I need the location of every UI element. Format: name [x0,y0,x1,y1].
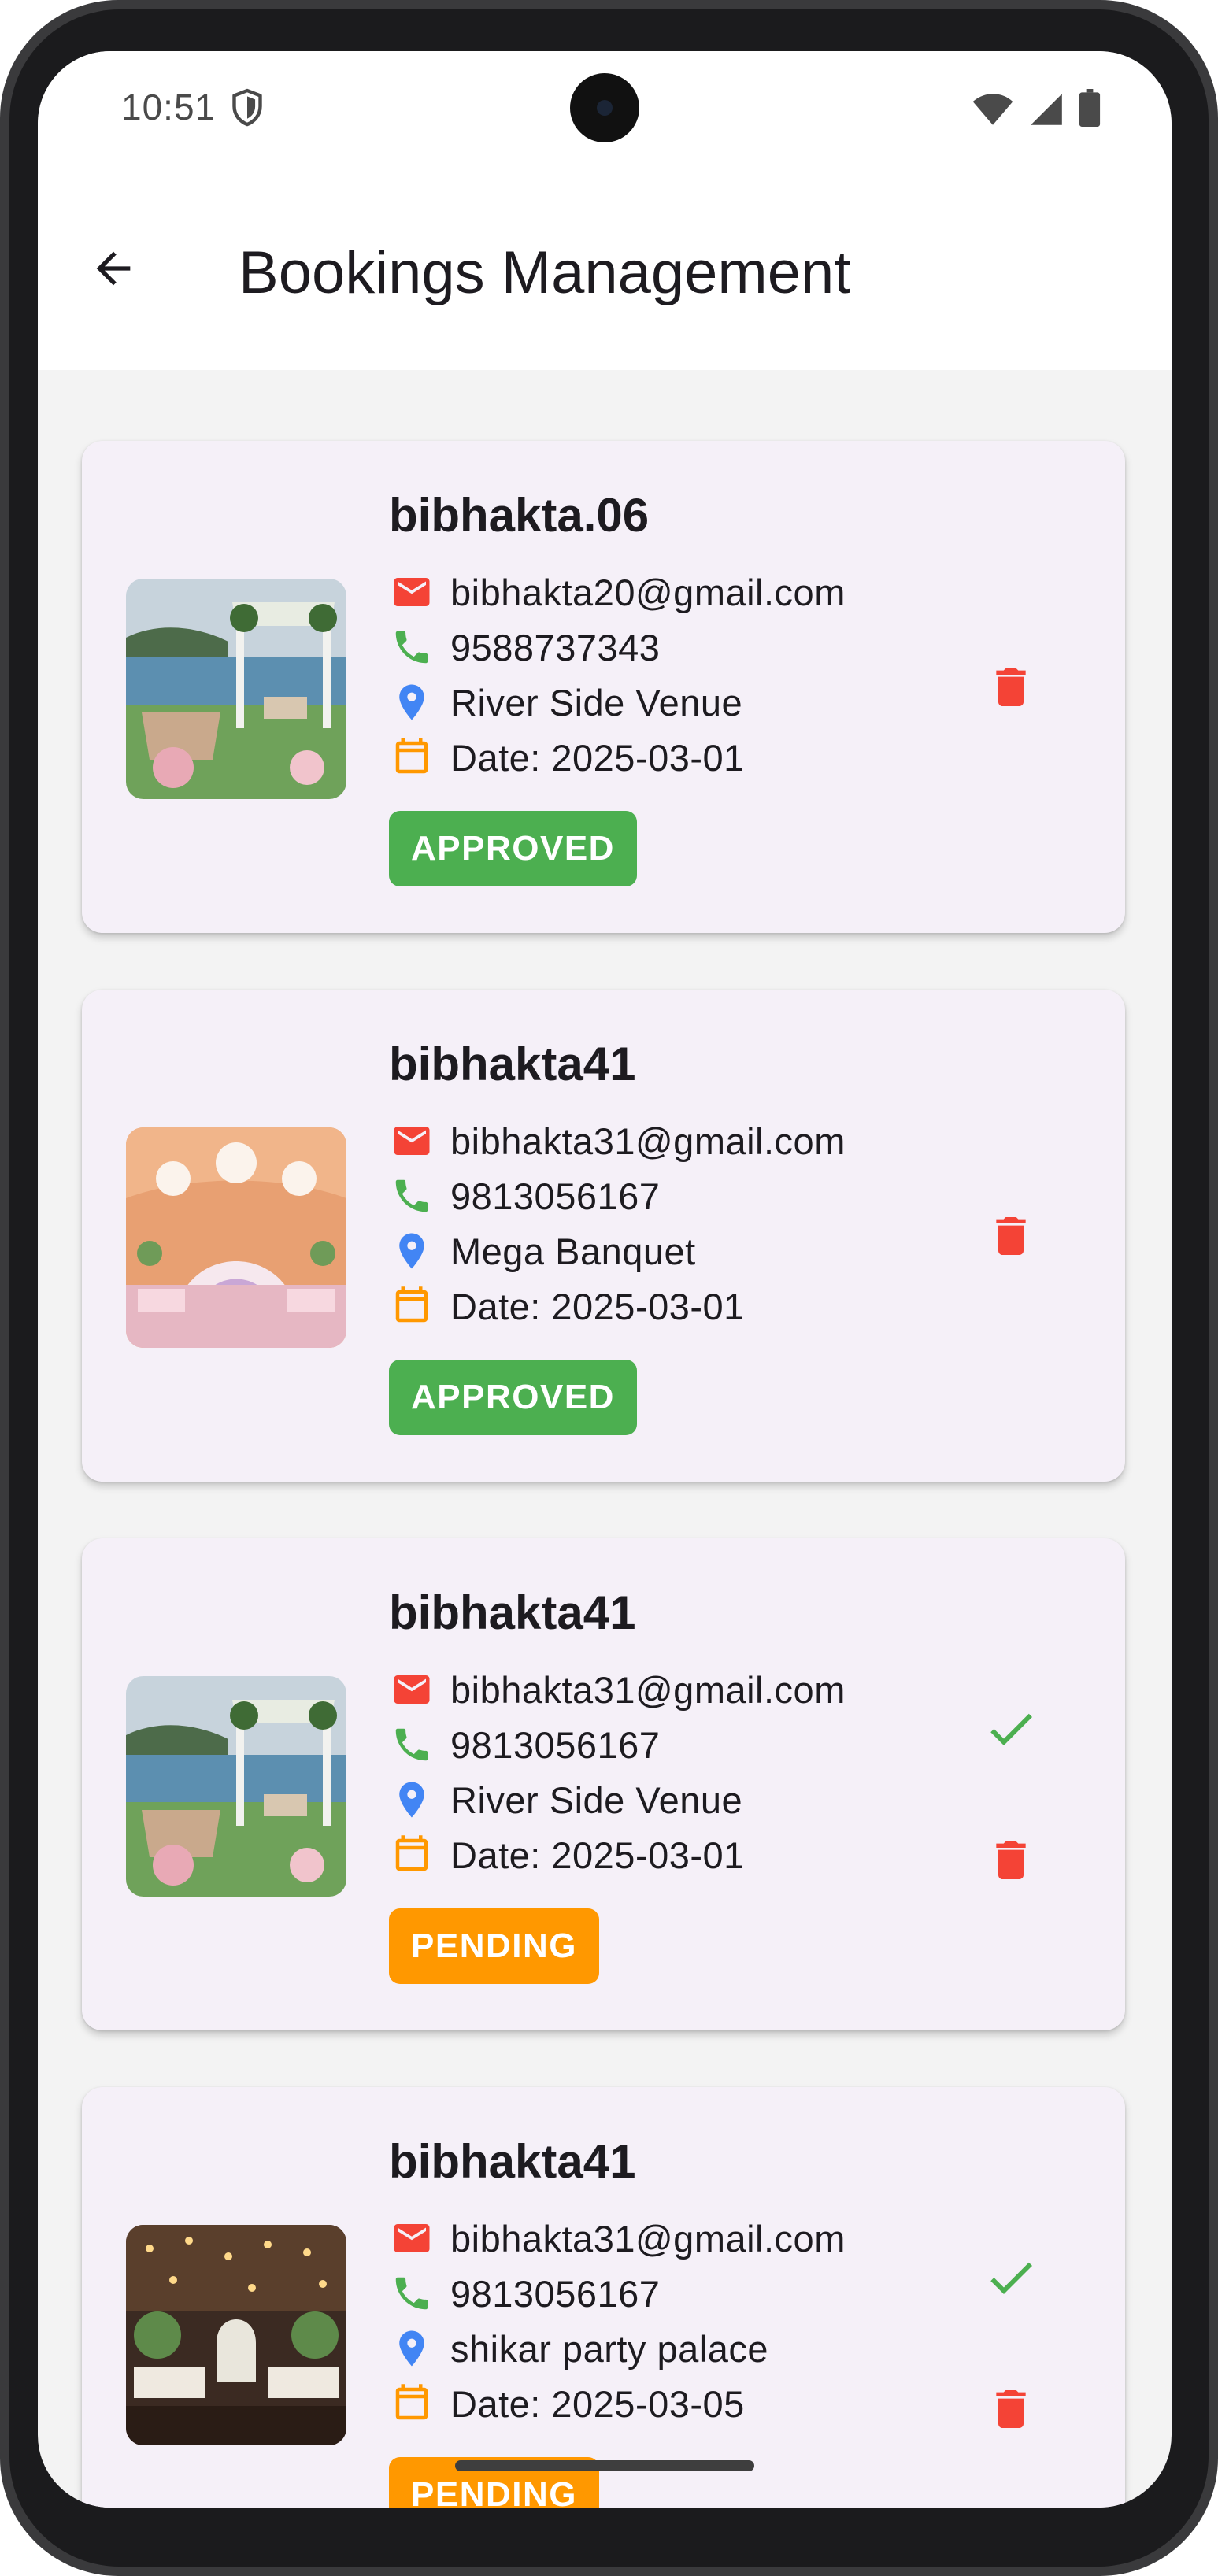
email-row: bibhakta31@gmail.com [389,1117,846,1164]
front-camera [570,73,639,142]
email-icon [389,1667,435,1712]
home-indicator[interactable] [455,2460,754,2471]
venue-row: Mega Banquet [389,1227,696,1275]
booking-email: bibhakta31@gmail.com [450,2217,846,2260]
venue-row: River Side Venue [389,1776,742,1823]
date-row: Date: 2025-03-05 [389,2380,745,2427]
booking-date: Date: 2025-03-05 [450,2382,745,2425]
booking-card: bibhakta41 bibhakta31@gmail.com 98130561… [82,2087,1125,2508]
page-title: Bookings Management [239,239,851,306]
delete-button[interactable] [976,1825,1046,1896]
booking-venue: River Side Venue [450,681,743,724]
booking-username: bibhakta41 [389,1586,636,1639]
delete-button[interactable] [976,652,1046,723]
venue-image [126,579,346,799]
date-row: Date: 2025-03-01 [389,734,745,781]
power-button [1209,1157,1218,1472]
calendar-icon [389,2381,435,2426]
location-pin-icon [389,679,435,725]
booking-username: bibhakta41 [389,1038,636,1090]
delete-icon [996,1217,1026,1255]
delete-button[interactable] [976,1201,1046,1271]
venue-row: River Side Venue [389,679,742,726]
booking-venue: Mega Banquet [450,1230,696,1272]
booking-phone: 9813056167 [450,1175,661,1217]
email-icon [389,1118,435,1164]
delete-icon [996,2390,1026,2428]
location-pin-icon [389,1228,435,1274]
booking-date: Date: 2025-03-01 [450,736,745,779]
cell-signal-icon [1031,94,1062,125]
phone-row: 9813056167 [389,1172,660,1220]
phone-row: 9813056167 [389,2270,660,2317]
booking-phone: 9588737343 [450,626,661,668]
shield-icon [232,88,262,127]
phone-icon [389,1173,435,1219]
booking-venue: River Side Venue [450,1778,743,1821]
booking-email: bibhakta20@gmail.com [450,571,846,613]
status-time: 10:51 [121,87,217,128]
arrow-left-icon [96,251,131,286]
phone-icon [389,624,435,670]
email-icon [389,2215,435,2261]
check-icon [990,1713,1032,1745]
app-bar: Bookings Management [38,169,1172,370]
email-icon [389,569,435,615]
approve-button[interactable] [976,1693,1046,1764]
battery-icon [1079,89,1101,127]
delete-icon [996,668,1026,706]
status-bar: 10:51 [38,51,1172,169]
wifi-icon [972,94,1013,125]
email-row: bibhakta31@gmail.com [389,1666,846,1713]
check-icon [990,2262,1032,2294]
booking-card: bibhakta.06 bibhakta20@gmail.com 9588737… [82,441,1125,933]
phone-frame: 10:51 Bookings Management bibhakta.06 bi… [0,0,1218,2576]
email-row: bibhakta31@gmail.com [389,2215,846,2262]
delete-button[interactable] [976,2374,1046,2445]
email-row: bibhakta20@gmail.com [389,568,846,616]
booking-email: bibhakta31@gmail.com [450,1668,846,1711]
booking-date: Date: 2025-03-01 [450,1834,745,1876]
phone-icon [389,1722,435,1767]
venue-image [126,2225,346,2445]
booking-date: Date: 2025-03-01 [450,1285,745,1327]
booking-username: bibhakta.06 [389,489,650,542]
delete-icon [996,1841,1026,1879]
booking-card: bibhakta41 bibhakta31@gmail.com 98130561… [82,1538,1125,2030]
booking-phone: 9813056167 [450,2272,661,2315]
date-row: Date: 2025-03-01 [389,1831,745,1878]
volume-button [1209,842,1218,992]
calendar-icon [389,1832,435,1878]
back-button[interactable] [82,237,145,300]
status-icons [972,89,1101,127]
location-pin-icon [389,1777,435,1823]
screen: 10:51 Bookings Management bibhakta.06 bi… [38,51,1172,2508]
phone-row: 9813056167 [389,1721,660,1768]
phone-icon [389,2271,435,2316]
date-row: Date: 2025-03-01 [389,1282,745,1330]
calendar-icon [389,735,435,780]
booking-venue: shikar party palace [450,2327,768,2370]
location-pin-icon [389,2326,435,2371]
booking-card: bibhakta41 bibhakta31@gmail.com 98130561… [82,990,1125,1482]
booking-phone: 9813056167 [450,1723,661,1766]
status-badge: APPROVED [389,1360,637,1435]
phone-row: 9588737343 [389,624,660,671]
venue-image [126,1127,346,1348]
calendar-icon [389,1283,435,1329]
venue-row: shikar party palace [389,2325,768,2372]
approve-button[interactable] [976,2242,1046,2313]
booking-username: bibhakta41 [389,2135,636,2188]
booking-email: bibhakta31@gmail.com [450,1120,846,1162]
status-badge: APPROVED [389,811,637,886]
venue-image [126,1676,346,1897]
status-badge: PENDING [389,1908,599,1984]
